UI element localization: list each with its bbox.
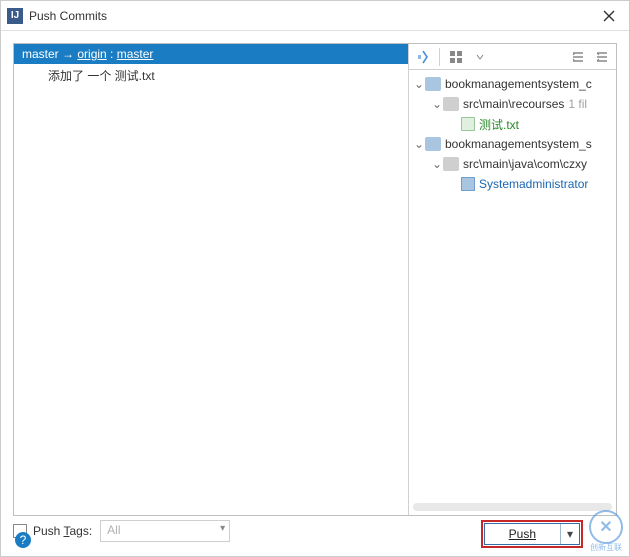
- text-file-icon: [461, 117, 475, 131]
- commit-item[interactable]: 添加了 一个 测试.txt: [14, 64, 408, 87]
- remote-branch-link[interactable]: master: [117, 47, 154, 61]
- chevron-down-icon: ⌄: [431, 157, 443, 171]
- push-tags-label[interactable]: Push Tags:: [33, 524, 92, 538]
- tree-module[interactable]: ⌄ bookmanagementsystem_c: [409, 74, 616, 94]
- expand-tool[interactable]: [568, 47, 588, 67]
- branch-row[interactable]: master → origin : master: [14, 44, 408, 64]
- tree-file[interactable]: 测试.txt: [409, 114, 616, 134]
- folder-icon: [443, 157, 459, 171]
- commits-panel: master → origin : master 添加了 一个 测试.txt: [14, 44, 409, 515]
- diff-icon: [416, 50, 430, 64]
- module-icon: [425, 77, 441, 91]
- files-panel: ⌄ bookmanagementsystem_c ⌄ src\main\reco…: [409, 44, 616, 515]
- group-icon: [449, 50, 463, 64]
- close-button[interactable]: [589, 1, 629, 31]
- app-icon: IJ: [7, 8, 23, 24]
- watermark: ✕ 创新互联: [589, 510, 623, 552]
- module-label: bookmanagementsystem_s: [445, 137, 592, 151]
- file-label: 测试.txt: [479, 116, 519, 133]
- tags-mode-value: All: [107, 523, 120, 537]
- chevron-down-icon: ▾: [567, 527, 573, 541]
- chevron-down-icon: ⌄: [413, 137, 425, 151]
- push-button[interactable]: Push: [485, 524, 561, 544]
- push-dropdown[interactable]: ▾: [561, 527, 579, 541]
- remote-name-link[interactable]: origin: [77, 47, 106, 61]
- watermark-icon: ✕: [589, 510, 623, 544]
- tree-folder[interactable]: ⌄ src\main\recourses 1 fil: [409, 94, 616, 114]
- collapse-tool[interactable]: [592, 47, 612, 67]
- collapse-icon: [595, 50, 609, 64]
- expand-icon: [571, 50, 585, 64]
- chevron-down-icon: ⌄: [413, 77, 425, 91]
- push-split-button[interactable]: Push ▾: [484, 523, 580, 545]
- main-panel: master → origin : master 添加了 一个 测试.txt ⌄…: [13, 43, 617, 516]
- window-title: Push Commits: [29, 9, 589, 23]
- close-icon: [603, 10, 615, 22]
- module-label: bookmanagementsystem_c: [445, 77, 592, 91]
- group-tool[interactable]: [446, 47, 466, 67]
- chevron-down-icon: [476, 53, 484, 61]
- arrow-icon: →: [59, 47, 78, 61]
- push-label: Push: [509, 527, 536, 541]
- local-branch: master: [22, 47, 59, 61]
- title-bar: IJ Push Commits: [1, 1, 629, 31]
- separator: [439, 48, 440, 66]
- tree-module[interactable]: ⌄ bookmanagementsystem_s: [409, 134, 616, 154]
- help-icon: ?: [20, 533, 27, 547]
- folder-icon: [443, 97, 459, 111]
- chevron-down-icon: ⌄: [431, 97, 443, 111]
- watermark-text: 创新互联: [589, 544, 623, 552]
- tree-file[interactable]: Systemadministrator: [409, 174, 616, 194]
- tree-folder[interactable]: ⌄ src\main\java\com\czxy: [409, 154, 616, 174]
- horizontal-scrollbar[interactable]: [413, 503, 612, 511]
- colon: :: [107, 47, 117, 61]
- push-button-highlight: Push ▾: [481, 520, 583, 548]
- folder-label: src\main\java\com\czxy: [463, 157, 587, 171]
- help-button[interactable]: ?: [15, 532, 31, 548]
- files-toolbar: [409, 44, 616, 70]
- file-label: Systemadministrator: [479, 177, 588, 191]
- module-icon: [425, 137, 441, 151]
- group-dropdown[interactable]: [470, 47, 490, 67]
- diff-tool[interactable]: [413, 47, 433, 67]
- file-count-hint: 1 fil: [568, 97, 587, 111]
- file-tree[interactable]: ⌄ bookmanagementsystem_c ⌄ src\main\reco…: [409, 70, 616, 501]
- folder-label: src\main\recourses: [463, 97, 564, 111]
- tags-mode-select[interactable]: All: [100, 520, 230, 542]
- class-file-icon: [461, 177, 475, 191]
